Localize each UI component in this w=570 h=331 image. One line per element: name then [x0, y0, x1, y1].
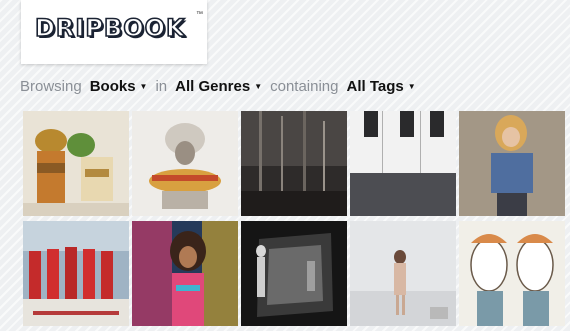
genres-dropdown-label: All Genres [175, 77, 251, 95]
trademark-symbol: ™ [196, 11, 203, 18]
book-thumbnail[interactable] [132, 221, 238, 326]
tags-dropdown[interactable]: All Tags ▼ [347, 78, 416, 95]
caret-down-icon: ▼ [407, 81, 416, 91]
browsing-label: Browsing [20, 77, 82, 95]
browse-filter-bar: Browsing Books ▼ in All Genres ▼ contain… [20, 74, 424, 98]
book-thumbnail[interactable] [350, 221, 456, 326]
in-label: in [155, 77, 168, 95]
book-thumbnail[interactable] [23, 221, 129, 326]
book-thumbnail[interactable] [132, 111, 238, 216]
book-thumbnail[interactable] [23, 111, 129, 216]
tags-dropdown-label: All Tags [346, 77, 404, 95]
logo-wordmark: DRIPBOOK [34, 13, 186, 43]
genres-dropdown[interactable]: All Genres ▼ [175, 78, 262, 95]
book-thumbnail[interactable] [459, 221, 565, 326]
caret-down-icon: ▼ [139, 81, 148, 91]
book-thumbnail[interactable] [241, 111, 347, 216]
book-thumbnail[interactable] [350, 111, 456, 216]
caret-down-icon: ▼ [254, 81, 263, 91]
book-thumbnail[interactable] [241, 221, 347, 326]
books-dropdown[interactable]: Books ▼ [90, 78, 148, 95]
book-thumbnail[interactable] [459, 111, 565, 216]
dripbook-logo[interactable]: DRIPBOOK ™ [21, 0, 207, 64]
containing-label: containing [270, 77, 339, 95]
books-dropdown-label: Books [89, 77, 136, 95]
